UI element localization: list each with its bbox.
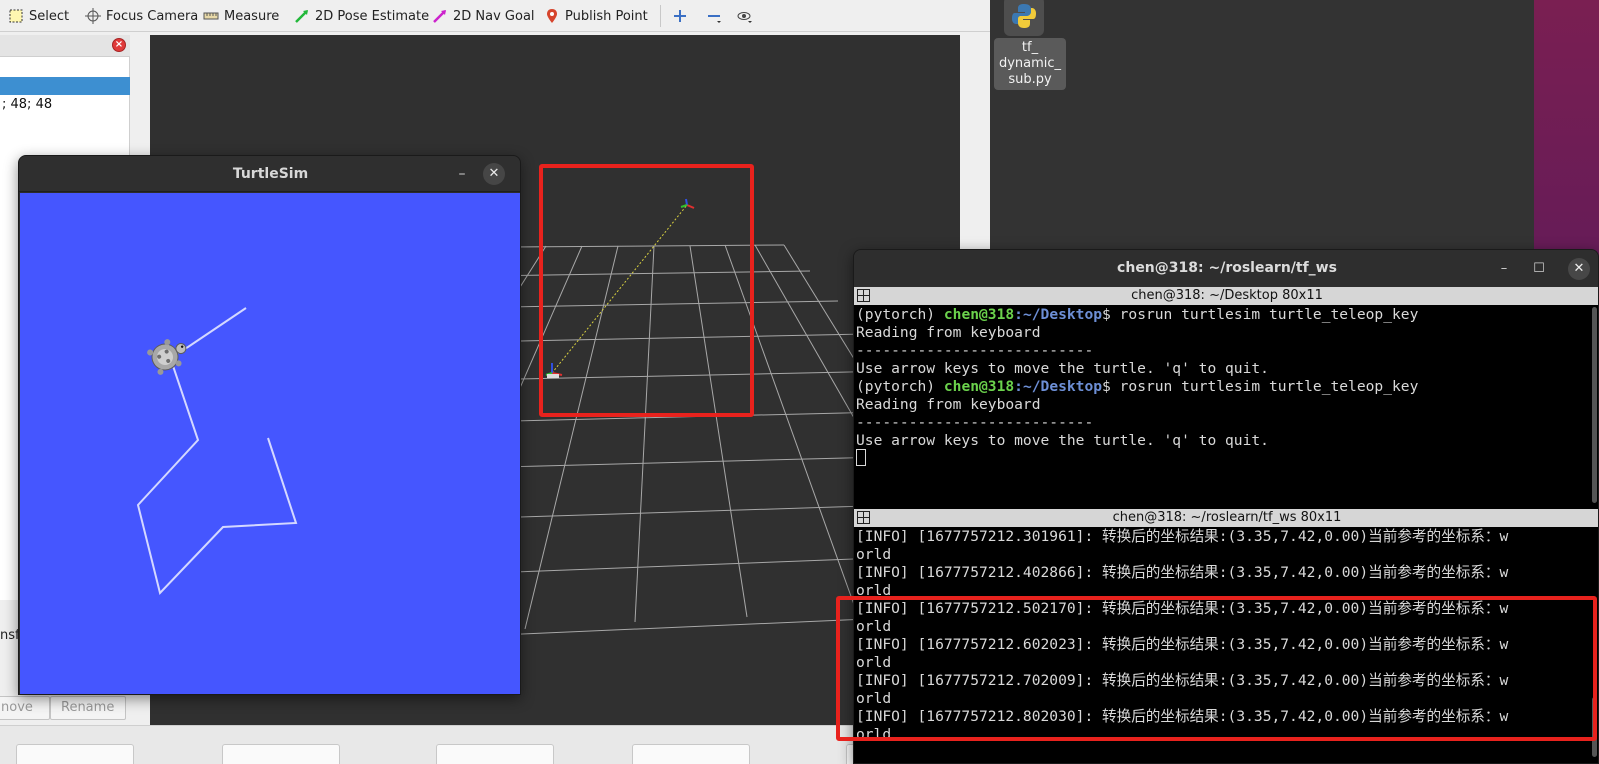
minimize-icon[interactable]: – bbox=[1494, 259, 1514, 279]
toolbar-separator bbox=[660, 5, 661, 27]
plus-icon bbox=[674, 10, 686, 22]
bottom-pane-title: chen@318: ~/roslearn/tf_ws 80x11 bbox=[1112, 510, 1342, 525]
terminal-line: Use arrow keys to move the turtle. 'q' t… bbox=[856, 432, 1269, 449]
terminal-line: --------------------------- bbox=[856, 414, 1094, 431]
magenta-arrow-icon bbox=[433, 10, 446, 23]
selected-display-row[interactable] bbox=[0, 77, 130, 95]
bottom-pane-titlebar[interactable]: chen@318: ~/roslearn/tf_ws 80x11 bbox=[854, 509, 1598, 527]
publish-point-label: Publish Point bbox=[565, 8, 648, 24]
green-arrow-icon bbox=[295, 10, 308, 23]
focus-camera-icon bbox=[85, 8, 101, 24]
pose-estimate-tool[interactable]: 2D Pose Estimate bbox=[294, 6, 429, 26]
python-file-icon bbox=[1004, 0, 1044, 36]
transforms-label: nsf bbox=[0, 628, 20, 643]
turtle-path bbox=[136, 307, 298, 596]
turtle-icon bbox=[147, 339, 187, 375]
desktop-file-icon[interactable]: tf_ dynamic_ sub.py bbox=[994, 0, 1066, 92]
focus-camera-label: Focus Camera bbox=[106, 8, 199, 24]
bottom-field[interactable] bbox=[222, 744, 340, 764]
turtlesim-title: TurtleSim bbox=[232, 166, 309, 182]
terminal-line: Reading from keyboard bbox=[856, 324, 1041, 341]
focus-camera-tool[interactable]: Focus Camera bbox=[85, 6, 198, 26]
remove-tool-button[interactable] bbox=[706, 6, 722, 26]
turtlesim-window: TurtleSim – ✕ bbox=[18, 155, 521, 695]
eye-icon bbox=[737, 12, 752, 23]
bottom-field[interactable] bbox=[436, 744, 554, 764]
ruler-icon bbox=[203, 12, 219, 20]
nav-goal-tool[interactable]: 2D Nav Goal bbox=[432, 6, 535, 26]
bottom-field[interactable] bbox=[16, 744, 134, 764]
nav-goal-label: 2D Nav Goal bbox=[453, 8, 535, 24]
pose-estimate-label: 2D Pose Estimate bbox=[315, 8, 430, 24]
rename-button[interactable]: Rename bbox=[50, 696, 126, 720]
minus-icon bbox=[708, 15, 721, 23]
top-pane-title: chen@318: ~/Desktop 80x11 bbox=[1131, 288, 1323, 303]
select-icon bbox=[9, 9, 23, 23]
measure-label: Measure bbox=[224, 8, 280, 24]
viewport-highlight-box bbox=[539, 164, 754, 417]
select-label: Select bbox=[29, 8, 70, 24]
scrollbar[interactable] bbox=[1592, 307, 1597, 503]
file-name-label: tf_ dynamic_ sub.py bbox=[994, 38, 1066, 90]
terminal-line: --------------------------- bbox=[856, 342, 1094, 359]
display-property-value: ; 48; 48 bbox=[2, 97, 53, 112]
view-options-button[interactable] bbox=[737, 6, 753, 26]
top-pane-titlebar[interactable]: chen@318: ~/Desktop 80x11 bbox=[854, 287, 1598, 305]
terminal-line: Use arrow keys to move the turtle. 'q' t… bbox=[856, 360, 1269, 377]
log-highlight-box bbox=[836, 596, 1597, 741]
terminal-title: chen@318: ~/roslearn/tf_ws bbox=[1117, 260, 1337, 276]
add-tool-button[interactable] bbox=[672, 6, 688, 26]
publish-point-tool[interactable]: Publish Point bbox=[544, 6, 648, 26]
close-icon[interactable]: ✕ bbox=[1568, 258, 1590, 280]
terminal-line: (pytorch) chen@318:~/Desktop$ rosrun tur… bbox=[856, 306, 1419, 323]
turtlesim-titlebar[interactable]: TurtleSim – ✕ bbox=[19, 156, 520, 192]
split-pane-icon[interactable] bbox=[857, 511, 870, 524]
terminal-line: [INFO] [1677757212.402866]: 转换后的坐标结果:(3.… bbox=[856, 564, 1509, 581]
terminal-line: (pytorch) chen@318:~/Desktop$ rosrun tur… bbox=[856, 378, 1419, 395]
terminal-line: orld bbox=[856, 546, 892, 563]
terminal-cursor bbox=[856, 449, 866, 466]
map-pin-icon bbox=[547, 9, 557, 23]
terminal-line: [INFO] [1677757212.301961]: 转换后的坐标结果:(3.… bbox=[856, 528, 1509, 545]
minimize-icon[interactable]: – bbox=[452, 164, 472, 184]
maximize-icon[interactable]: ☐ bbox=[1529, 259, 1549, 279]
rviz-toolbar: Select Focus Camera Measure 2D Pose Esti… bbox=[0, 0, 990, 32]
terminal-line: Reading from keyboard bbox=[856, 396, 1041, 413]
close-icon[interactable]: × bbox=[112, 38, 126, 52]
panel-header: × bbox=[0, 35, 130, 57]
split-pane-icon[interactable] bbox=[857, 289, 870, 302]
close-icon[interactable]: ✕ bbox=[483, 163, 505, 185]
bottom-field[interactable] bbox=[632, 744, 750, 764]
measure-tool[interactable]: Measure bbox=[203, 6, 279, 26]
turtlesim-canvas bbox=[20, 193, 520, 694]
terminal-titlebar[interactable]: chen@318: ~/roslearn/tf_ws – ☐ ✕ bbox=[854, 250, 1598, 287]
select-tool[interactable]: Select bbox=[8, 6, 69, 26]
top-terminal-pane[interactable]: (pytorch) chen@318:~/Desktop$ rosrun tur… bbox=[854, 305, 1598, 509]
remove-button[interactable]: nove bbox=[0, 696, 50, 720]
